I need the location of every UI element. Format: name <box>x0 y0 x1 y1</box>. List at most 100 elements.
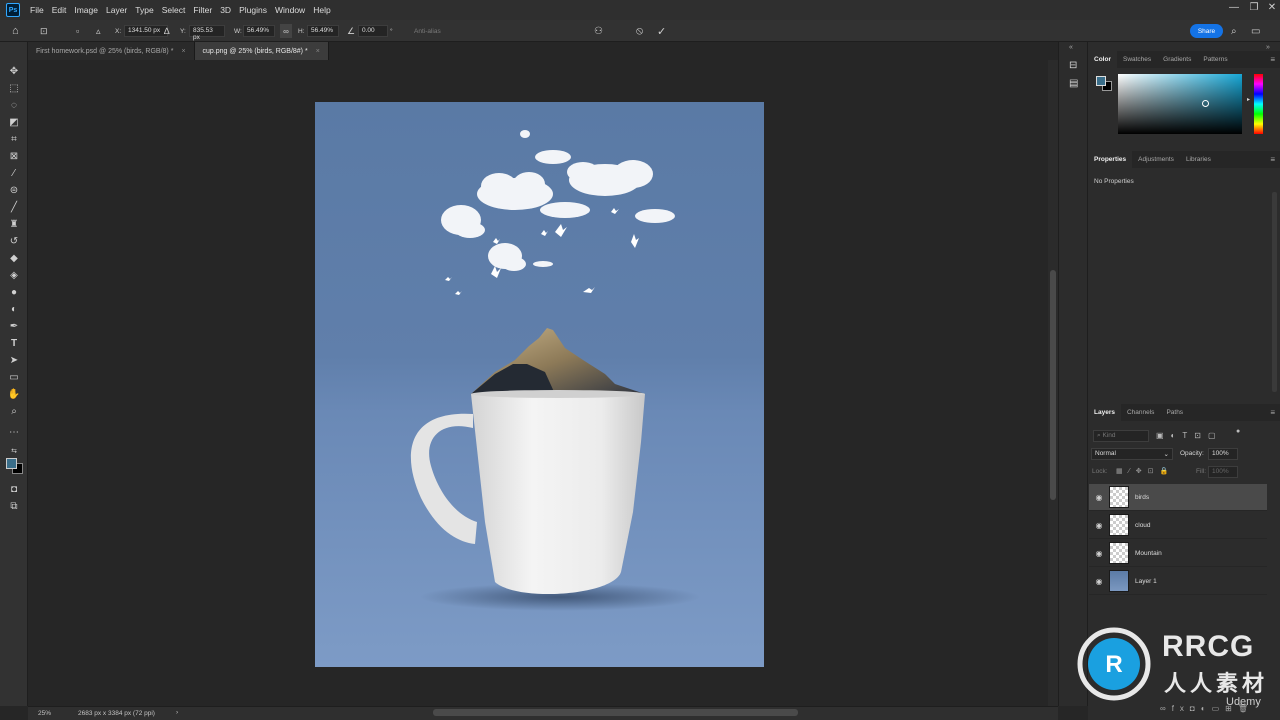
filter-toggle-icon[interactable]: ● <box>1236 428 1240 435</box>
panel-menu-icon[interactable]: ≡ <box>1270 408 1275 417</box>
visibility-eye-icon[interactable]: ◉ <box>1089 521 1109 530</box>
dodge-tool-icon[interactable]: ◐ <box>7 302 21 316</box>
lock-icons[interactable]: ▦⁄✥⊡🔒 <box>1116 467 1174 475</box>
tab-first-homework[interactable]: First homework.psd @ 25% (birds, RGB/8) … <box>28 42 195 60</box>
tab-swatches[interactable]: Swatches <box>1117 51 1157 68</box>
tab-layers[interactable]: Layers <box>1088 404 1121 421</box>
tab-paths[interactable]: Paths <box>1160 404 1189 421</box>
frame-tool-icon[interactable]: ⊠ <box>7 149 21 163</box>
layer-row-mountain[interactable]: ◉ Mountain <box>1089 540 1267 567</box>
menu-3d[interactable]: 3D <box>216 5 235 15</box>
tab-libraries[interactable]: Libraries <box>1180 151 1217 168</box>
pen-tool-icon[interactable]: ✒ <box>7 319 21 333</box>
panel-menu-icon[interactable]: ≡ <box>1270 155 1275 164</box>
tab-channels[interactable]: Channels <box>1121 404 1160 421</box>
menu-filter[interactable]: Filter <box>189 5 216 15</box>
maximize-button[interactable]: ❐ <box>1244 2 1264 13</box>
menu-type[interactable]: Type <box>131 5 157 15</box>
menu-file[interactable]: File <box>26 5 48 15</box>
tab-color[interactable]: Color <box>1088 51 1117 68</box>
color-field[interactable] <box>1118 74 1242 134</box>
menu-layer[interactable]: Layer <box>102 5 131 15</box>
status-menu-arrow[interactable]: › <box>176 709 178 716</box>
layer-row-layer1[interactable]: ◉ Layer 1 <box>1089 568 1267 595</box>
commit-transform-icon[interactable]: ✓ <box>657 24 666 38</box>
eyedropper-icon[interactable]: ⁄ <box>7 166 21 180</box>
crop-tool-icon[interactable]: ⌗ <box>7 132 21 146</box>
scroll-thumb[interactable] <box>1050 270 1056 500</box>
menu-edit[interactable]: Edit <box>48 5 71 15</box>
workspace-icon[interactable]: ▭ <box>1251 24 1260 38</box>
reference-point-icon[interactable]: ▫ <box>76 24 79 38</box>
warp-icon[interactable]: ⚇ <box>594 24 603 38</box>
comments-panel-icon[interactable]: ▤ <box>1069 78 1078 89</box>
layer-row-birds[interactable]: ◉ birds <box>1089 484 1267 511</box>
rectangle-tool-icon[interactable]: ▭ <box>7 370 21 384</box>
lasso-tool-icon[interactable]: ◌ <box>7 98 21 112</box>
object-selection-icon[interactable]: ◩ <box>7 115 21 129</box>
blend-mode-select[interactable]: Normal ⌄ <box>1091 448 1173 460</box>
cancel-transform-icon[interactable]: ⦸ <box>636 24 643 38</box>
tab-cup[interactable]: cup.png @ 25% (birds, RGB/8#) * × <box>194 42 329 60</box>
share-button[interactable]: Share <box>1190 24 1223 38</box>
layer-filter-icons[interactable]: ▣◐T⊡▢ <box>1156 431 1223 440</box>
path-selection-icon[interactable]: ➤ <box>7 353 21 367</box>
fill-field[interactable]: 100% <box>1208 466 1238 478</box>
layer-name[interactable]: Layer 1 <box>1135 578 1157 585</box>
swap-colors-icon[interactable]: ⇆ <box>7 444 21 458</box>
link-icon[interactable]: ∞ <box>280 24 292 38</box>
paint-bucket-icon[interactable]: ◈ <box>7 268 21 282</box>
color-picker-cursor[interactable] <box>1202 100 1209 107</box>
healing-brush-icon[interactable]: ⊜ <box>7 183 21 197</box>
minimize-button[interactable]: — <box>1224 2 1244 13</box>
visibility-eye-icon[interactable]: ◉ <box>1089 577 1109 586</box>
y-position-field[interactable]: 835.53 px <box>189 25 225 41</box>
height-field[interactable]: 56.49% <box>307 25 339 37</box>
brush-tool-icon[interactable]: ╱ <box>7 200 21 214</box>
zoom-tool-icon[interactable]: ⌕ <box>7 404 21 418</box>
tab-close-icon[interactable]: × <box>316 48 320 55</box>
opacity-field[interactable]: 100% <box>1208 448 1238 460</box>
x-position-field[interactable]: 1341.50 px <box>124 25 168 37</box>
history-brush-icon[interactable]: ↺ <box>7 234 21 248</box>
properties-scrollbar[interactable] <box>1272 192 1277 392</box>
home-icon[interactable]: ⌂ <box>12 24 19 38</box>
blur-tool-icon[interactable]: ● <box>7 285 21 299</box>
layer-name[interactable]: Mountain <box>1135 550 1162 557</box>
menu-window[interactable]: Window <box>271 5 309 15</box>
more-tools-icon[interactable]: ⋯ <box>7 425 21 439</box>
panel-menu-icon[interactable]: ≡ <box>1270 55 1275 64</box>
clone-stamp-icon[interactable]: ♜ <box>7 217 21 231</box>
screen-mode-icon[interactable]: ⧉ <box>7 499 21 513</box>
search-icon[interactable]: ⌕ <box>1231 24 1237 38</box>
layer-row-cloud[interactable]: ◉ cloud <box>1089 512 1267 539</box>
menu-help[interactable]: Help <box>309 5 334 15</box>
angle-field[interactable]: 0.00 <box>358 25 388 37</box>
visibility-eye-icon[interactable]: ◉ <box>1089 549 1109 558</box>
foreground-color-swatch[interactable] <box>6 458 17 469</box>
visibility-eye-icon[interactable]: ◉ <box>1089 493 1109 502</box>
width-field[interactable]: 56.49% <box>243 25 275 37</box>
tab-gradients[interactable]: Gradients <box>1157 51 1197 68</box>
menu-image[interactable]: Image <box>70 5 102 15</box>
vertical-scrollbar[interactable] <box>1048 60 1058 706</box>
collapse-icon[interactable]: « <box>1069 44 1073 51</box>
hue-slider[interactable] <box>1254 74 1263 134</box>
transform-reference-icon[interactable]: ⊡ <box>40 24 48 38</box>
type-tool-icon[interactable]: T <box>7 336 21 350</box>
hand-tool-icon[interactable]: ✋ <box>7 387 21 401</box>
move-tool-icon[interactable]: ✥ <box>7 64 21 78</box>
marquee-tool-icon[interactable]: ⬚ <box>7 81 21 95</box>
layer-name[interactable]: cloud <box>1135 522 1151 529</box>
tab-properties[interactable]: Properties <box>1088 151 1133 168</box>
relative-position-icon[interactable]: ▵ <box>96 24 101 38</box>
close-window-button[interactable]: ✕ <box>1262 2 1280 13</box>
history-panel-icon[interactable]: ⊟ <box>1069 60 1077 71</box>
document-canvas[interactable] <box>315 102 764 667</box>
zoom-level[interactable]: 25% <box>38 710 51 717</box>
horizontal-scroll-thumb[interactable] <box>433 709 798 716</box>
eraser-icon[interactable]: ◆ <box>7 251 21 265</box>
tab-adjustments[interactable]: Adjustments <box>1132 151 1180 168</box>
tab-close-icon[interactable]: × <box>181 48 185 55</box>
menu-plugins[interactable]: Plugins <box>235 5 271 15</box>
